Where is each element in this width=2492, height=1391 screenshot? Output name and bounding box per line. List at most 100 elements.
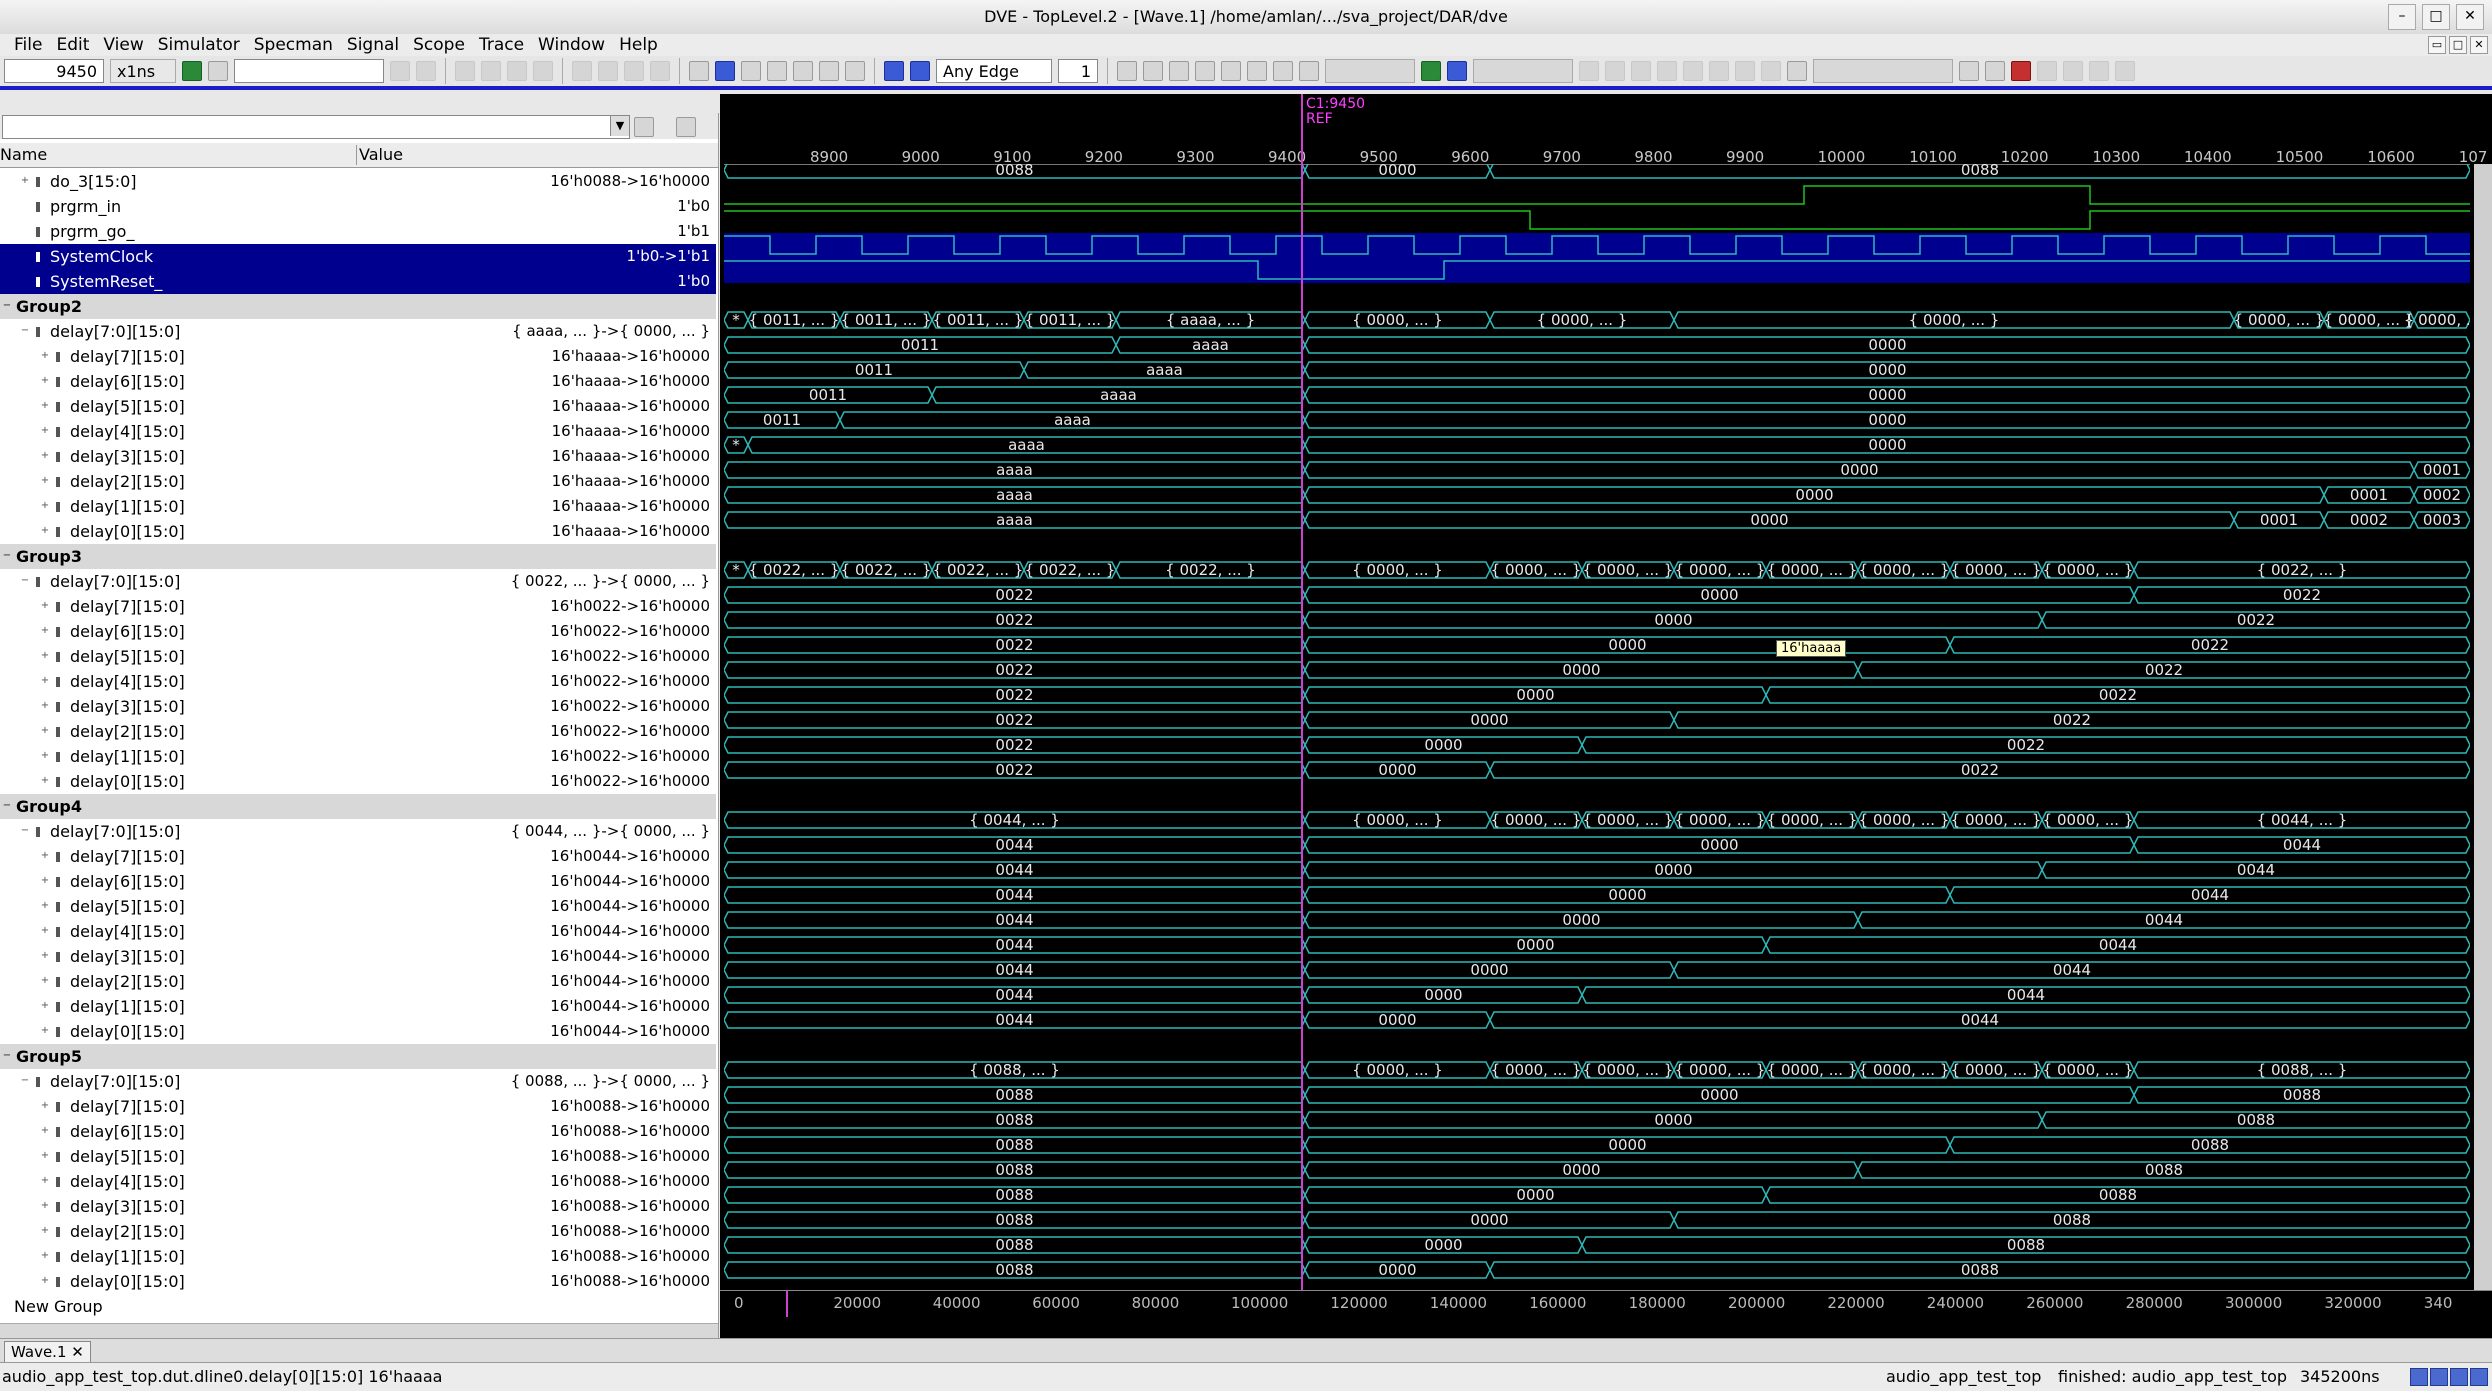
menu-edit[interactable]: Edit <box>49 35 96 55</box>
run-to-time-icon[interactable] <box>182 61 202 81</box>
value-column-header[interactable]: Value <box>356 145 403 165</box>
edge-count-input[interactable]: 1 <box>1058 59 1098 83</box>
signal-row[interactable]: − delay[7:0][15:0] { 0022, ... }->{ 0000, … <box>0 569 716 594</box>
signal-row[interactable]: − delay[7:0][15:0] { 0044, ... }->{ 0000, … <box>0 819 716 844</box>
expand-icon[interactable]: + <box>40 726 50 736</box>
expand-icon[interactable]: + <box>40 901 50 911</box>
chevron-down-icon[interactable]: ▼ <box>610 116 629 136</box>
menu-view[interactable]: View <box>96 35 150 55</box>
expand-icon[interactable]: + <box>40 376 50 386</box>
signal-row[interactable]: + delay[2][15:0] 16'h0088->16'h0000 <box>0 1219 716 1244</box>
prev-edge-icon[interactable] <box>884 61 904 81</box>
menu-help[interactable]: Help <box>612 35 665 55</box>
signal-row[interactable]: + delay[4][15:0] 16'h0022->16'h0000 <box>0 669 716 694</box>
collapse-icon[interactable]: − <box>20 326 30 336</box>
signal-row[interactable]: + delay[5][15:0] 16'h0044->16'h0000 <box>0 894 716 919</box>
signal-row[interactable]: prgrm_go_ 1'b1 <box>0 219 716 244</box>
marker-field[interactable] <box>1473 59 1573 83</box>
zoom-level-field[interactable] <box>1325 59 1415 83</box>
binoculars-icon[interactable] <box>208 61 228 81</box>
save-icon[interactable] <box>1959 61 1979 81</box>
menu-window[interactable]: Window <box>531 35 612 55</box>
expand-icon[interactable]: + <box>20 176 30 186</box>
signal-row[interactable]: + delay[2][15:0] 16'h0044->16'h0000 <box>0 969 716 994</box>
signal-row[interactable]: + delay[2][15:0] 16'h0022->16'h0000 <box>0 719 716 744</box>
new-group-row[interactable]: New Group <box>0 1294 716 1319</box>
collapse-icon[interactable]: − <box>20 826 30 836</box>
marker-icon[interactable] <box>1421 61 1441 81</box>
zoom-cursor-icon[interactable] <box>1247 61 1267 81</box>
wave-icon[interactable] <box>715 61 735 81</box>
time-overview-bar[interactable]: 0 20000 40000 60000 80000 100000 120000 140000 1… <box>720 1290 2492 1317</box>
mdi-close-icon[interactable]: ✕ <box>2470 36 2488 54</box>
signal-row[interactable]: + delay[3][15:0] 16'h0044->16'h0000 <box>0 944 716 969</box>
name-column-header[interactable]: Name <box>0 145 47 164</box>
wave-vertical-scrollbar[interactable] <box>2474 164 2492 1304</box>
collapse-icon[interactable]: − <box>2 301 12 311</box>
signal-row[interactable]: + delay[0][15:0] 16'h0022->16'h0000 <box>0 769 716 794</box>
signal-row[interactable]: + delay[4][15:0] 16'h0044->16'h0000 <box>0 919 716 944</box>
signal-filter-combo[interactable]: ▼ <box>2 115 630 139</box>
signal-row[interactable]: + delay[1][15:0] 16'haaaa->16'h0000 <box>0 494 716 519</box>
cursor-c1[interactable] <box>1301 94 1303 1304</box>
expand-icon[interactable]: + <box>40 1001 50 1011</box>
close-icon[interactable]: ✕ <box>71 1343 84 1361</box>
waveform-canvas[interactable]: 0088 0000 0088*{ 0011, ... }{ 0011, ... }{… <box>724 164 2470 1304</box>
signal-list-scrollbar[interactable] <box>0 1323 718 1338</box>
expand-icon[interactable]: + <box>40 876 50 886</box>
expand-icon[interactable]: + <box>40 976 50 986</box>
menu-simulator[interactable]: Simulator <box>151 35 247 55</box>
expand-icon[interactable]: + <box>40 526 50 536</box>
filter-icon[interactable] <box>634 117 654 137</box>
signal-row[interactable]: SystemClock 1'b0->1'b1 <box>0 244 716 269</box>
minimize-button[interactable]: – <box>2388 4 2416 30</box>
trace-drivers-icon[interactable] <box>819 61 839 81</box>
signal-row[interactable]: − delay[7:0][15:0] { 0088, ... }->{ 0000, … <box>0 1069 716 1094</box>
expand-icon[interactable]: + <box>40 476 50 486</box>
group-row[interactable]: − Group2 <box>0 294 716 319</box>
signal-row[interactable]: + do_3[15:0] 16'h0088->16'h0000 <box>0 169 716 194</box>
source-icon[interactable] <box>767 61 787 81</box>
signal-row[interactable]: + delay[2][15:0] 16'haaaa->16'h0000 <box>0 469 716 494</box>
signal-row[interactable]: + delay[4][15:0] 16'haaaa->16'h0000 <box>0 419 716 444</box>
edge-type-select[interactable]: Any Edge <box>936 59 1052 83</box>
search-combo[interactable] <box>234 59 384 83</box>
zoom-out-icon[interactable] <box>1169 61 1189 81</box>
signal-row[interactable]: + delay[6][15:0] 16'h0044->16'h0000 <box>0 869 716 894</box>
expand-icon[interactable]: + <box>40 1026 50 1036</box>
schematic-icon[interactable] <box>793 61 813 81</box>
close-window-button[interactable]: ✕ <box>2456 4 2484 30</box>
signal-row[interactable]: + delay[3][15:0] 16'h0088->16'h0000 <box>0 1194 716 1219</box>
group-row[interactable]: − Group4 <box>0 794 716 819</box>
breakpoint-icon[interactable] <box>2011 61 2031 81</box>
expand-icon[interactable]: + <box>40 851 50 861</box>
waveform-panel[interactable]: 8900 9000 9100 9200 9300 9400 9500 9600 9700 9800… <box>720 94 2492 1338</box>
signal-row[interactable]: + delay[5][15:0] 16'haaaa->16'h0000 <box>0 394 716 419</box>
signal-row[interactable]: SystemReset_ 1'b0 <box>0 269 716 294</box>
menu-specman[interactable]: Specman <box>247 35 340 55</box>
expand-icon[interactable]: + <box>40 776 50 786</box>
signal-row[interactable]: + delay[1][15:0] 16'h0022->16'h0000 <box>0 744 716 769</box>
display-field[interactable] <box>1813 59 1953 83</box>
expand-icon[interactable]: + <box>40 1101 50 1111</box>
signal-row[interactable]: + delay[6][15:0] 16'h0022->16'h0000 <box>0 619 716 644</box>
signal-row[interactable]: prgrm_in 1'b0 <box>0 194 716 219</box>
list-icon[interactable] <box>741 61 761 81</box>
print-icon[interactable] <box>1985 61 2005 81</box>
expand-icon[interactable]: + <box>40 426 50 436</box>
expand-icon[interactable]: + <box>40 401 50 411</box>
expand-icon[interactable]: + <box>40 1151 50 1161</box>
select-pointer-icon[interactable] <box>1117 61 1137 81</box>
signal-row[interactable]: + delay[4][15:0] 16'h0088->16'h0000 <box>0 1169 716 1194</box>
group-row[interactable]: − Group3 <box>0 544 716 569</box>
menu-file[interactable]: File <box>0 35 49 55</box>
signal-row[interactable]: + delay[7][15:0] 16'h0044->16'h0000 <box>0 844 716 869</box>
expand-icon[interactable]: + <box>40 701 50 711</box>
time-unit-select[interactable]: x1ns <box>110 59 176 83</box>
time-ruler[interactable]: 8900 9000 9100 9200 9300 9400 9500 9600 9700 9800… <box>724 142 2487 166</box>
overview-cursor[interactable] <box>786 1291 788 1317</box>
expand-icon[interactable]: + <box>40 751 50 761</box>
zoom-prev-icon[interactable] <box>1299 61 1319 81</box>
expand-icon[interactable]: + <box>40 676 50 686</box>
expand-icon[interactable]: + <box>40 501 50 511</box>
